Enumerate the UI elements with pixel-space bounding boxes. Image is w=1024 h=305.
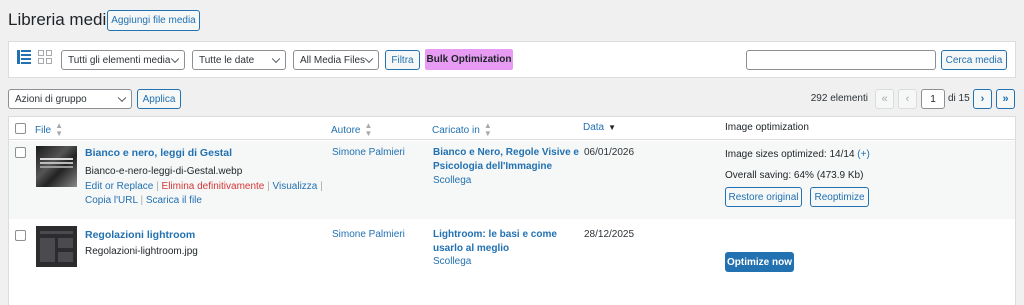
next-page-button[interactable]: › (973, 89, 992, 109)
upload-date: 28/12/2025 (584, 229, 635, 240)
media-title-link[interactable]: Bianco e nero, leggi di Gestal (85, 147, 232, 159)
add-media-button[interactable]: Aggiungi file media (107, 10, 200, 31)
sort-arrows-icon: ▲ ▼ (364, 121, 373, 138)
row-actions: Edit or Replace | Elimina definitivament… (85, 181, 323, 206)
search-media-button[interactable]: Cerca media (941, 50, 1007, 70)
last-page-button[interactable]: » (996, 89, 1015, 109)
select-all-checkbox[interactable] (15, 123, 26, 134)
overall-saving: Overall saving: 64% (473.9 Kb) (725, 170, 864, 181)
total-pages: di 15 (948, 93, 970, 104)
show-details-link[interactable]: (+) (857, 149, 870, 160)
restore-original-button[interactable]: Restore original (725, 187, 802, 207)
column-author-label: Autore (331, 124, 361, 136)
view-link[interactable]: Visualizza (273, 181, 318, 192)
media-files-select[interactable]: All Media Files (293, 50, 379, 70)
media-filename: Regolazioni-lightroom.jpg (85, 246, 198, 257)
row-checkbox[interactable] (15, 230, 26, 241)
column-uploaded-to[interactable]: Caricato in ▲ ▼ (432, 122, 492, 138)
uploaded-to-link[interactable]: Bianco e Nero, Regole Visive e Psicologi… (433, 146, 579, 174)
detach-link[interactable]: Scollega (433, 175, 471, 186)
date-select-value: Tutte le date (199, 54, 255, 66)
items-count: 292 elementi (810, 93, 868, 104)
uploaded-to-line-1: Bianco e Nero, Regole Visive e (433, 147, 579, 158)
row-checkbox[interactable] (15, 147, 26, 158)
image-sizes-optimized: Image sizes optimized: 14/14 (+) (725, 149, 870, 160)
first-page-button: « (875, 89, 894, 109)
author-link[interactable]: Simone Palmieri (332, 229, 405, 240)
column-file-label: File (35, 124, 52, 136)
download-file-link[interactable]: Scarica il file (146, 195, 202, 206)
detach-link[interactable]: Scollega (433, 256, 471, 267)
sort-arrows-icon: ▲ ▼ (483, 121, 492, 138)
column-date-label: Data (583, 122, 605, 133)
column-file[interactable]: File ▲ ▼ (35, 122, 63, 138)
sort-arrows-icon: ▲ ▼ (55, 121, 64, 138)
search-input[interactable] (746, 50, 936, 70)
grid-view-icon[interactable] (38, 50, 52, 64)
apply-button[interactable]: Applica (137, 89, 181, 109)
thumbnail-image[interactable] (36, 146, 77, 187)
chevron-down-icon (271, 54, 281, 64)
column-image-optimization: Image optimization (725, 122, 809, 133)
date-select[interactable]: Tutte le date (192, 50, 286, 70)
chevron-down-icon (170, 54, 180, 64)
optimize-now-button[interactable]: Optimize now (725, 252, 794, 272)
author-link[interactable]: Simone Palmieri (332, 147, 405, 158)
sort-desc-icon: ▼ (608, 122, 617, 132)
chevron-down-icon (364, 54, 374, 64)
bulk-actions-select[interactable]: Azioni di gruppo (8, 89, 132, 109)
column-date[interactable]: Data ▼ (583, 122, 616, 133)
reoptimize-button[interactable]: Reoptimize (810, 187, 869, 207)
uploaded-to-link[interactable]: Lightroom: le basi e come usarlo al megl… (433, 228, 557, 256)
page-title: Libreria media (8, 10, 116, 29)
edit-replace-link[interactable]: Edit or Replace (85, 181, 153, 192)
media-title-link[interactable]: Regolazioni lightroom (85, 229, 195, 241)
media-type-select-value: Tutti gli elementi media (68, 54, 171, 66)
prev-page-button: ‹ (898, 89, 917, 109)
chevron-down-icon (117, 93, 127, 103)
copy-url-link[interactable]: Copia l'URL (85, 195, 138, 206)
media-files-select-value: All Media Files (300, 54, 366, 66)
current-page-input[interactable]: 1 (921, 89, 945, 109)
column-author[interactable]: Autore ▲ ▼ (331, 122, 372, 138)
bulk-optimization-button[interactable]: Bulk Optimization (425, 49, 513, 70)
filter-button[interactable]: Filtra (385, 50, 420, 70)
bulk-actions-select-value: Azioni di gruppo (15, 93, 87, 105)
uploaded-to-line-1: Lightroom: le basi e come (433, 229, 557, 240)
upload-date: 06/01/2026 (584, 147, 635, 158)
uploaded-to-line-2: usarlo al meglio (433, 243, 510, 254)
list-view-icon[interactable] (17, 50, 31, 64)
column-uploaded-to-label: Caricato in (432, 124, 480, 136)
image-sizes-optimized-text: Image sizes optimized: 14/14 (725, 149, 855, 160)
delete-permanently-link[interactable]: Elimina definitivamente (162, 181, 265, 192)
uploaded-to-line-2: Psicologia dell'Immagine (433, 161, 553, 172)
media-type-select[interactable]: Tutti gli elementi media (61, 50, 185, 70)
media-filename: Bianco-e-nero-leggi-di-Gestal.webp (85, 166, 243, 177)
table-header (8, 116, 1016, 140)
thumbnail-image[interactable] (36, 226, 77, 267)
